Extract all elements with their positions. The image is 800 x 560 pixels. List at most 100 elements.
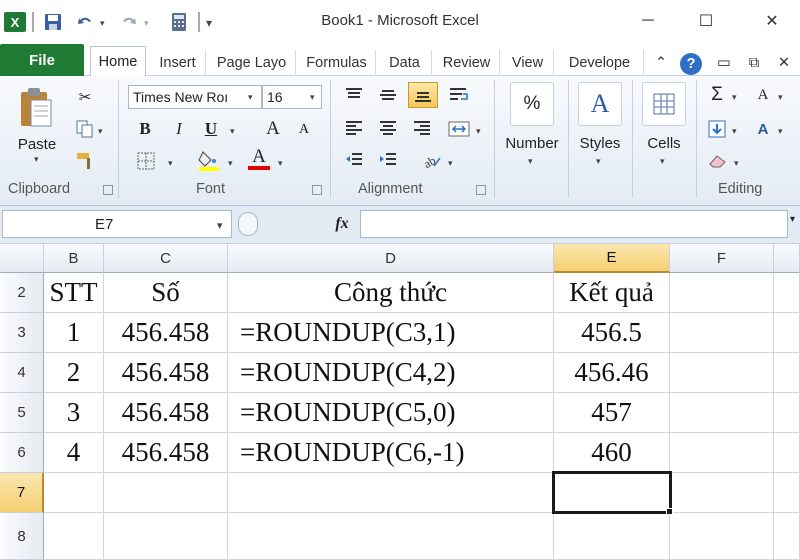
cell-e6[interactable]: 460 — [554, 433, 670, 473]
orientation-dropdown-icon[interactable]: ▾ — [448, 158, 453, 169]
cell-b4[interactable]: 2 — [44, 353, 104, 393]
tab-view[interactable]: View — [502, 50, 554, 76]
grow-font-button[interactable]: A — [262, 118, 284, 140]
clear-dropdown-icon[interactable]: ▾ — [734, 158, 739, 169]
styles-dropdown-icon[interactable]: ▾ — [596, 156, 601, 167]
cell-f4[interactable] — [670, 353, 774, 393]
tab-developer[interactable]: Develope — [556, 50, 644, 76]
cell-b7[interactable] — [44, 473, 104, 513]
column-header-f[interactable]: F — [670, 244, 774, 273]
fill-dropdown-icon[interactable]: ▾ — [732, 126, 737, 137]
collapse-ribbon-icon[interactable]: ⌃ — [650, 50, 672, 76]
paste-button-label[interactable]: Paste — [14, 134, 60, 154]
cell-c3[interactable]: 456.458 — [104, 313, 228, 353]
cell-b5[interactable]: 3 — [44, 393, 104, 433]
find-select-dropdown-icon[interactable]: ▾ — [778, 126, 783, 137]
maximize-button[interactable]: ☐ — [694, 10, 718, 32]
select-all-corner[interactable] — [0, 244, 44, 273]
sort-filter-dropdown-icon[interactable]: ▾ — [778, 92, 783, 103]
merge-dropdown-icon[interactable]: ▾ — [476, 126, 481, 137]
fill-handle[interactable] — [666, 508, 673, 515]
copy-icon[interactable] — [74, 118, 96, 140]
cell-d3[interactable]: =ROUNDUP(C3,1) — [228, 313, 554, 353]
cell-c6[interactable]: 456.458 — [104, 433, 228, 473]
tab-insert[interactable]: Insert — [150, 50, 206, 76]
tab-home[interactable]: Home — [90, 46, 146, 77]
wrap-text-icon[interactable] — [446, 84, 472, 106]
underline-button[interactable]: U — [200, 118, 222, 140]
font-name-dropdown-icon[interactable]: ▾ — [248, 92, 253, 103]
workbook-close-icon[interactable]: ✕ — [774, 50, 794, 76]
cell-f3[interactable] — [670, 313, 774, 353]
cell-e7[interactable] — [554, 473, 670, 513]
cell-e5[interactable]: 457 — [554, 393, 670, 433]
cell-c5[interactable]: 456.458 — [104, 393, 228, 433]
cell-c7[interactable] — [104, 473, 228, 513]
format-painter-icon[interactable] — [74, 150, 96, 172]
cell-d7[interactable] — [228, 473, 554, 513]
cell-g7[interactable] — [774, 473, 800, 513]
orientation-icon[interactable]: ab — [420, 150, 444, 172]
row-header-5[interactable]: 5 — [0, 393, 44, 433]
column-header-d[interactable]: D — [228, 244, 554, 273]
cell-c2[interactable]: Số — [104, 273, 228, 313]
align-left-icon[interactable] — [342, 118, 366, 140]
cells-icon[interactable] — [642, 82, 686, 126]
minimize-button[interactable]: ─ — [636, 10, 660, 32]
row-header-2[interactable]: 2 — [0, 273, 44, 313]
cell-c8[interactable] — [104, 513, 228, 560]
cell-f2[interactable] — [670, 273, 774, 313]
styles-icon[interactable]: A — [578, 82, 622, 126]
cell-b2[interactable]: STT — [44, 273, 104, 313]
column-header-e[interactable]: E — [554, 244, 670, 273]
column-header-g-partial[interactable] — [774, 244, 800, 273]
align-bottom-icon[interactable] — [408, 82, 438, 108]
cell-e3[interactable]: 456.5 — [554, 313, 670, 353]
column-header-c[interactable]: C — [104, 244, 228, 273]
autosum-icon[interactable]: Σ — [706, 84, 728, 106]
shrink-font-button[interactable]: A — [294, 120, 314, 140]
cut-icon[interactable]: ✂ — [74, 86, 96, 108]
number-dropdown-icon[interactable]: ▾ — [528, 156, 533, 167]
cell-d4[interactable]: =ROUNDUP(C4,2) — [228, 353, 554, 393]
align-top-icon[interactable] — [342, 84, 366, 106]
row-header-4[interactable]: 4 — [0, 353, 44, 393]
borders-dropdown-icon[interactable]: ▾ — [168, 158, 173, 169]
cell-e2[interactable]: Kết quả — [554, 273, 670, 313]
underline-dropdown-icon[interactable]: ▾ — [230, 126, 235, 137]
cell-f6[interactable] — [670, 433, 774, 473]
formula-input[interactable] — [360, 210, 788, 238]
cell-f5[interactable] — [670, 393, 774, 433]
tab-formulas[interactable]: Formulas — [298, 50, 376, 76]
insert-function-button[interactable]: fx — [330, 210, 354, 238]
row-header-8[interactable]: 8 — [0, 513, 44, 560]
cell-d8[interactable] — [228, 513, 554, 560]
cell-b3[interactable]: 1 — [44, 313, 104, 353]
workbook-minimize-icon[interactable]: ▭ — [714, 50, 734, 76]
help-icon[interactable]: ? — [680, 53, 702, 75]
close-button[interactable]: ✕ — [760, 10, 784, 32]
formula-bar-splitter-icon[interactable] — [238, 212, 258, 236]
cell-e4[interactable]: 456.46 — [554, 353, 670, 393]
font-name-combo[interactable]: Times New Roı — [128, 85, 262, 109]
cell-g2[interactable] — [774, 273, 800, 313]
borders-icon[interactable] — [134, 150, 158, 172]
row-header-7[interactable]: 7 — [0, 473, 44, 513]
number-format-icon[interactable]: % — [510, 82, 554, 126]
row-header-6[interactable]: 6 — [0, 433, 44, 473]
tab-page-layout[interactable]: Page Layo — [208, 50, 296, 76]
cell-e8[interactable] — [554, 513, 670, 560]
cell-c4[interactable]: 456.458 — [104, 353, 228, 393]
paste-icon[interactable] — [16, 84, 56, 132]
bold-button[interactable]: B — [134, 118, 156, 140]
fill-icon[interactable] — [706, 118, 728, 140]
column-header-b[interactable]: B — [44, 244, 104, 273]
cell-b6[interactable]: 4 — [44, 433, 104, 473]
align-right-icon[interactable] — [410, 118, 434, 140]
cells-group-button[interactable]: Cells — [634, 132, 694, 154]
alignment-launcher-icon[interactable] — [476, 185, 486, 195]
clipboard-launcher-icon[interactable] — [103, 185, 113, 195]
tab-data[interactable]: Data — [378, 50, 432, 76]
sort-filter-icon[interactable]: A — [750, 84, 776, 106]
fill-color-icon[interactable] — [196, 148, 222, 172]
